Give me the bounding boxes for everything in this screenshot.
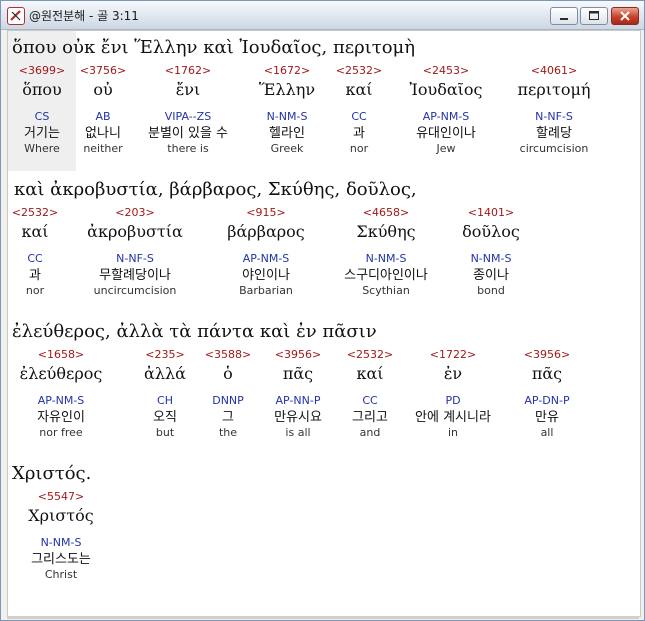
english-gloss: bond <box>477 284 505 297</box>
word-cell[interactable]: <915> βάρβαρος AP-NM-S 야인이나 Barbarian <box>206 205 326 300</box>
parsing-code: N-NF-S <box>116 252 154 265</box>
korean-translation: 그리스도는 <box>31 552 91 567</box>
lemma: Σκύθης <box>356 222 416 241</box>
english-gloss: Jew <box>436 142 456 155</box>
korean-translation: 스구디아인이나 <box>344 268 428 283</box>
lemma: ἐλεύθερος <box>19 364 103 383</box>
strong-number[interactable]: <2453> <box>386 63 506 79</box>
parsing-code: AP-NM-S <box>37 394 85 407</box>
strong-number[interactable]: <4061> <box>494 63 614 79</box>
app-window: @원전분해 - 골 3:11 ὅπου οὐκ ἔνι Ἕλλην καὶ Ἰο… <box>0 0 645 621</box>
english-gloss: circumcision <box>519 142 589 155</box>
korean-translation: 만유 <box>535 410 559 425</box>
english-gloss: nor free <box>39 426 83 439</box>
lemma: πᾶς <box>531 364 563 383</box>
lemma: δοῦλος <box>462 222 520 241</box>
verse-line-1: ὅπου οὐκ ἔνι Ἕλλην καὶ Ἰουδαῖος, περιτομ… <box>12 37 416 58</box>
strong-number[interactable]: <3956> <box>487 347 607 363</box>
parsing-code: N-NM-S <box>40 536 82 549</box>
korean-translation: 자유인이 <box>37 410 85 425</box>
close-icon <box>620 11 630 21</box>
parsing-code: N-NM-S <box>470 252 512 265</box>
minimize-button[interactable] <box>550 7 578 25</box>
korean-translation: 유대인이나 <box>416 126 476 141</box>
word-cell[interactable]: <3956> πᾶς AP-DN-P 만유 all <box>487 347 607 442</box>
title-bar[interactable]: @원전분해 - 골 3:11 <box>1 1 644 30</box>
app-logo-icon[interactable] <box>7 7 25 25</box>
word-cell[interactable]: <5547> Χριστός N-NM-S 그리스도는 Christ <box>8 489 121 584</box>
maximize-icon <box>589 11 599 20</box>
strong-number[interactable]: <1658> <box>8 347 121 363</box>
lemma: Ἰουδαῖος <box>409 80 483 99</box>
word-cell[interactable]: <4061> περιτομή N-NF-S 할례당 circumcision <box>494 63 614 158</box>
lemma: περιτομή <box>517 80 591 99</box>
korean-translation: 야인이나 <box>242 268 290 283</box>
window-title: @원전분해 - 골 3:11 <box>29 9 139 23</box>
strong-number[interactable]: <4658> <box>326 205 446 221</box>
word-cell[interactable]: <2453> Ἰουδαῖος AP-NM-S 유대인이나 Jew <box>386 63 506 158</box>
word-cell[interactable]: <4658> Σκύθης N-NM-S 스구디아인이나 Scythian <box>326 205 446 300</box>
word-cell[interactable]: <203> ἀκροβυστία N-NF-S 무할례당이나 uncircumc… <box>75 205 195 300</box>
english-gloss: Scythian <box>362 284 410 297</box>
lemma: βάρβαρος <box>227 222 305 241</box>
verse-line-4: Χριστός. <box>12 463 92 484</box>
english-gloss: Christ <box>44 568 78 581</box>
word-cell[interactable]: <1401> δοῦλος N-NM-S 종이나 bond <box>431 205 551 300</box>
close-button[interactable] <box>611 7 639 25</box>
parsing-code: AP-NM-S <box>422 110 470 123</box>
verse-line-2: καὶ ἀκροβυστία, βάρβαρος, Σκύθης, δοῦλος… <box>14 179 417 200</box>
english-gloss: Barbarian <box>239 284 293 297</box>
maximize-button[interactable] <box>580 7 608 25</box>
korean-translation: 종이나 <box>473 268 509 283</box>
parsing-code: N-NM-S <box>365 252 407 265</box>
minimize-icon <box>560 18 568 20</box>
strong-number[interactable]: <1401> <box>431 205 551 221</box>
verse-line-3: ἐλεύθερος, ἀλλὰ τὰ πάντα καὶ ἐν πᾶσιν <box>12 321 377 342</box>
parsing-code: N-NF-S <box>535 110 573 123</box>
lemma: Χριστός <box>28 506 94 525</box>
english-gloss: all <box>540 426 554 439</box>
status-bar <box>7 616 639 619</box>
parsing-code: AP-NM-S <box>242 252 290 265</box>
word-cell[interactable]: <1658> ἐλεύθερος AP-NM-S 자유인이 nor free <box>8 347 121 442</box>
strong-number[interactable]: <203> <box>75 205 195 221</box>
strong-number[interactable]: <5547> <box>8 489 121 505</box>
korean-translation: 무할례당이나 <box>99 268 171 283</box>
strong-number[interactable]: <915> <box>206 205 326 221</box>
parsing-code: AP-DN-P <box>524 394 570 407</box>
korean-translation: 할례당 <box>536 126 572 141</box>
interlinear-panel[interactable]: ὅπου οὐκ ἔνι Ἕλλην καὶ Ἰουδαῖος, περιτομ… <box>7 30 641 617</box>
lemma: ἀκροβυστία <box>87 222 183 241</box>
english-gloss: uncircumcision <box>93 284 177 297</box>
